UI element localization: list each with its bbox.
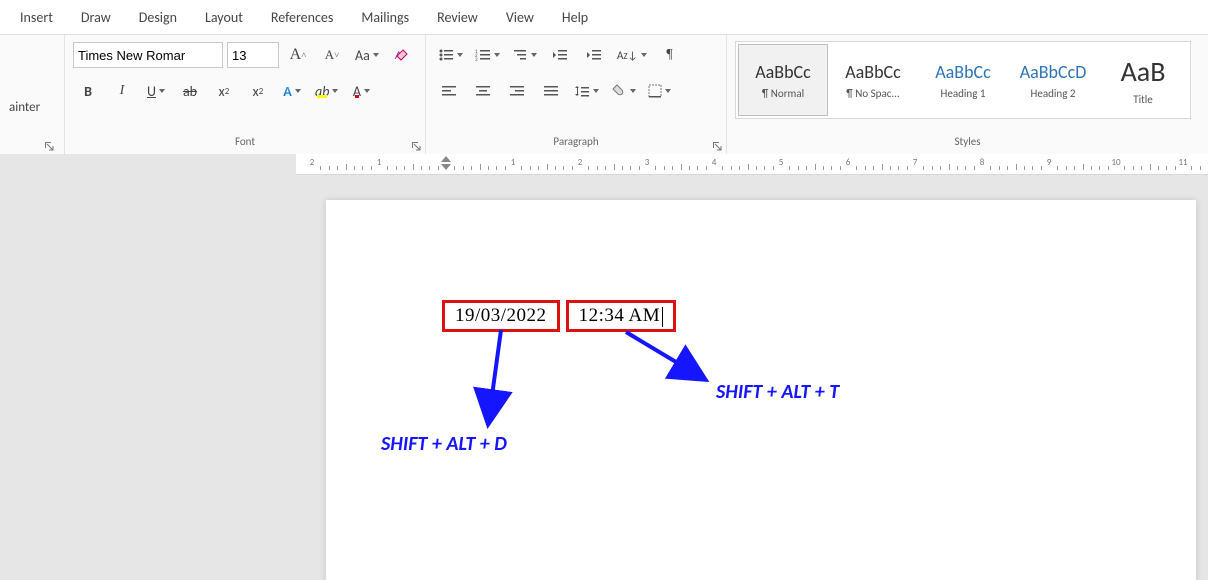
- group-title-paragraph: Paragraph: [426, 135, 726, 155]
- word-window: InsertDrawDesignLayoutReferencesMailings…: [0, 0, 1208, 580]
- clipboard-dialog-launcher[interactable]: [42, 139, 56, 153]
- justify-button[interactable]: [536, 77, 566, 105]
- indent-marker[interactable]: [441, 156, 451, 162]
- superscript-button[interactable]: x2: [243, 77, 273, 105]
- subscript-button[interactable]: x2: [209, 77, 239, 105]
- time-field-box: 12:34 AM: [566, 300, 677, 332]
- document-content[interactable]: 19/03/202212:34 AM: [442, 300, 1156, 332]
- align-right-button[interactable]: [502, 77, 532, 105]
- align-left-button[interactable]: [434, 77, 464, 105]
- group-title-styles: Styles: [727, 135, 1208, 155]
- align-center-button[interactable]: [468, 77, 498, 105]
- tab-draw[interactable]: Draw: [67, 0, 125, 34]
- font-name-combo[interactable]: [73, 42, 223, 68]
- paragraph-dialog-launcher[interactable]: [710, 139, 724, 153]
- shrink-font-button[interactable]: A˅: [317, 41, 347, 69]
- highlight-button[interactable]: ab: [311, 77, 342, 105]
- font-dialog-launcher[interactable]: [409, 139, 423, 153]
- grow-font-button[interactable]: A˄: [283, 41, 313, 69]
- group-title-clipboard: [6, 135, 58, 155]
- tab-layout[interactable]: Layout: [191, 0, 257, 34]
- document-page[interactable]: 19/03/202212:34 AM SHIFT + ALT + D SHIFT…: [326, 200, 1196, 580]
- font-color-button[interactable]: A: [346, 77, 376, 105]
- tab-design[interactable]: Design: [125, 0, 191, 34]
- format-painter-button[interactable]: ainter: [6, 93, 43, 121]
- text-cursor: [662, 307, 663, 327]
- shading-button[interactable]: [607, 77, 640, 105]
- ribbon-tabs: InsertDrawDesignLayoutReferencesMailings…: [0, 0, 1208, 35]
- group-font: A˄ A˅ Aa A B I U ab x2 x2 A: [65, 35, 426, 155]
- workspace: 211234567891011 19/03/202212:34 AM SHIFT…: [0, 154, 1208, 580]
- text-effects-button[interactable]: A: [277, 77, 307, 105]
- underline-button[interactable]: U: [141, 77, 171, 105]
- tab-view[interactable]: View: [492, 0, 548, 34]
- line-spacing-button[interactable]: [570, 77, 603, 105]
- multilevel-list-button[interactable]: [508, 41, 541, 69]
- font-size-combo[interactable]: [227, 42, 279, 68]
- clear-formatting-button[interactable]: A: [387, 41, 417, 69]
- group-paragraph: 123 AZ↓ ¶: [426, 35, 727, 155]
- date-field-box: 19/03/2022: [442, 300, 560, 332]
- group-styles: AaBbCc¶ NormalAaBbCc¶ No Spac...AaBbCcHe…: [727, 35, 1208, 155]
- group-clipboard: ainter: [0, 35, 65, 155]
- style-gallery[interactable]: AaBbCc¶ NormalAaBbCc¶ No Spac...AaBbCcHe…: [735, 41, 1191, 119]
- ribbon: ainter A˄ A˅ Aa A: [0, 35, 1208, 156]
- bold-button[interactable]: B: [73, 77, 103, 105]
- svg-text:3: 3: [475, 57, 478, 62]
- tab-help[interactable]: Help: [548, 0, 602, 34]
- numbering-button[interactable]: 123: [471, 41, 504, 69]
- style--normal[interactable]: AaBbCc¶ Normal: [738, 44, 828, 116]
- tab-mailings[interactable]: Mailings: [347, 0, 423, 34]
- group-title-font: Font: [65, 135, 425, 155]
- change-case-button[interactable]: Aa: [351, 41, 383, 69]
- sort-button[interactable]: AZ↓: [613, 41, 651, 69]
- style-title[interactable]: AaBTitle: [1098, 44, 1188, 116]
- bullets-button[interactable]: [434, 41, 467, 69]
- date-shortcut-label: SHIFT + ALT + D: [381, 432, 507, 456]
- strikethrough-button[interactable]: ab: [175, 77, 205, 105]
- borders-button[interactable]: [644, 77, 675, 105]
- horizontal-ruler[interactable]: 211234567891011: [296, 154, 1208, 175]
- italic-button[interactable]: I: [107, 77, 137, 105]
- style-heading-1[interactable]: AaBbCcHeading 1: [918, 44, 1008, 116]
- tab-references[interactable]: References: [257, 0, 347, 34]
- decrease-indent-button[interactable]: [545, 41, 575, 69]
- style-heading-2[interactable]: AaBbCcDHeading 2: [1008, 44, 1098, 116]
- show-marks-button[interactable]: ¶: [655, 41, 685, 69]
- tab-review[interactable]: Review: [423, 0, 492, 34]
- style--no-spac-[interactable]: AaBbCc¶ No Spac...: [828, 44, 918, 116]
- increase-indent-button[interactable]: [579, 41, 609, 69]
- hanging-indent-marker[interactable]: [441, 164, 451, 170]
- time-shortcut-label: SHIFT + ALT + T: [716, 380, 839, 404]
- tab-insert[interactable]: Insert: [6, 0, 67, 34]
